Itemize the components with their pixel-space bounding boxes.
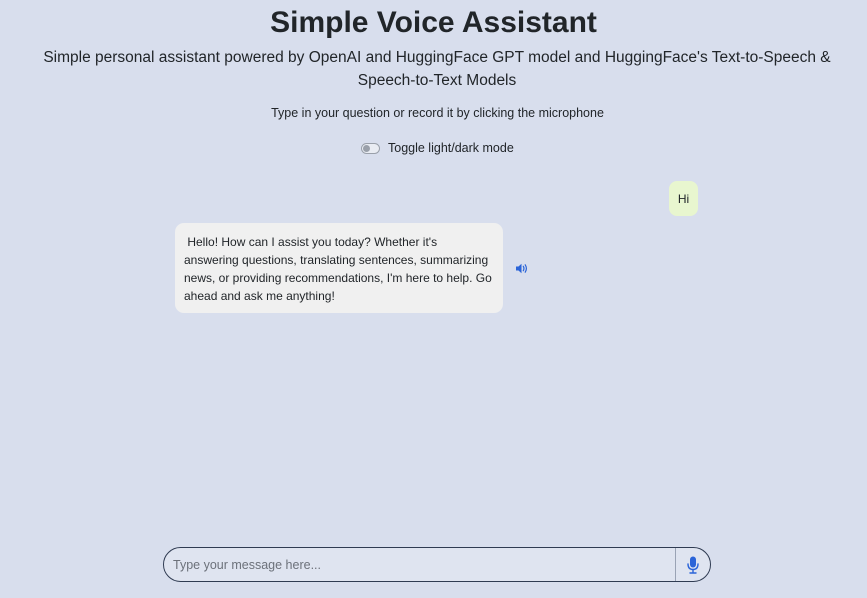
- page-title: Simple Voice Assistant: [270, 6, 597, 39]
- play-audio-button[interactable]: [515, 261, 529, 275]
- user-message-bubble: Hi: [669, 181, 698, 216]
- theme-toggle-switch[interactable]: [361, 142, 380, 154]
- user-message-text: Hi: [677, 191, 690, 206]
- theme-toggle[interactable]: Toggle light/dark mode: [361, 141, 514, 155]
- page-subtitle: Simple personal assistant powered by Ope…: [43, 49, 831, 89]
- microphone-button[interactable]: [675, 548, 710, 581]
- speaker-icon: [515, 263, 527, 273]
- message-composer: [163, 547, 711, 582]
- app-page: Simple Voice Assistant Simple personal a…: [0, 0, 867, 598]
- message-input[interactable]: [164, 548, 675, 581]
- theme-toggle-knob: [363, 144, 370, 152]
- microphone-icon: [687, 556, 699, 574]
- assistant-message-text: Hello! How can I assist you today? Wheth…: [184, 235, 496, 303]
- theme-toggle-label: Toggle light/dark mode: [388, 141, 514, 155]
- instruction-text: Type in your question or record it by cl…: [271, 106, 604, 120]
- assistant-message-bubble: Hello! How can I assist you today? Wheth…: [175, 223, 503, 313]
